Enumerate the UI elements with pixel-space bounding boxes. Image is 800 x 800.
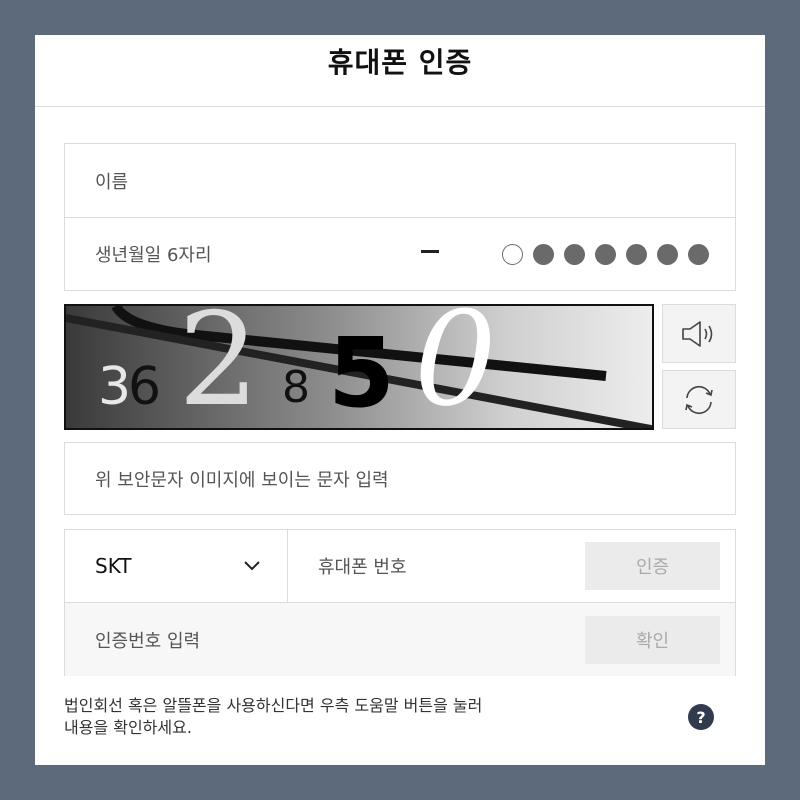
refresh-icon xyxy=(685,385,713,414)
help-notice-line2: 내용을 확인하세요. xyxy=(64,718,192,737)
phone-verification-fields: SKT 휴대폰 번호 인증 인증번호 입력 확인 xyxy=(64,529,736,676)
modal-title: 휴대폰 인증 xyxy=(327,46,473,79)
help-button[interactable]: ? xyxy=(688,704,714,730)
rrn-mask-dot xyxy=(688,244,709,265)
rrn-gender-digit-empty xyxy=(502,244,523,265)
rrn-mask-dot xyxy=(564,244,585,265)
rrn-mask-dot xyxy=(595,244,616,265)
carrier-selected: SKT xyxy=(95,554,132,578)
chevron-down-icon xyxy=(244,561,260,571)
verification-code-placeholder: 인증번호 입력 xyxy=(95,630,201,652)
verification-modal: 휴대폰 인증 이름 생년월일 6자리 3 6 2 8 5 0 위 보안문자 이미… xyxy=(35,35,765,765)
identity-fields: 이름 생년월일 6자리 xyxy=(64,143,736,291)
captcha-audio-button[interactable] xyxy=(662,304,736,363)
speaker-icon xyxy=(682,320,713,347)
birthdate-label: 생년월일 6자리 xyxy=(95,245,212,266)
captcha-refresh-button[interactable] xyxy=(662,370,736,429)
rrn-mask-dot xyxy=(626,244,647,265)
captcha-input-placeholder: 위 보안문자 이미지에 보이는 문자 입력 xyxy=(95,469,389,491)
rrn-mask-dot xyxy=(533,244,554,265)
send-verification-button[interactable]: 인증 xyxy=(585,542,720,590)
captcha-char: 2 xyxy=(178,306,259,430)
verification-code-field[interactable]: 인증번호 입력 확인 xyxy=(65,603,735,676)
carrier-select[interactable]: SKT xyxy=(65,530,288,602)
captcha-input-field[interactable]: 위 보안문자 이미지에 보이는 문자 입력 xyxy=(64,442,736,515)
phone-number-placeholder: 휴대폰 번호 xyxy=(318,557,407,578)
captcha-image: 3 6 2 8 5 0 xyxy=(64,304,654,430)
name-placeholder: 이름 xyxy=(95,171,129,193)
rrn-masked-digits[interactable] xyxy=(502,244,709,265)
rrn-mask-dot xyxy=(657,244,678,265)
help-notice: 법인회선 혹은 알뜰폰을 사용하신다면 우측 도움말 버튼을 눌러 내용을 확인… xyxy=(64,695,624,739)
name-field[interactable]: 이름 xyxy=(65,144,735,217)
confirm-code-button[interactable]: 확인 xyxy=(585,615,720,664)
phone-row: SKT 휴대폰 번호 인증 xyxy=(65,530,735,603)
rrn-dash xyxy=(421,250,439,253)
modal-header: 휴대폰 인증 xyxy=(35,35,765,107)
captcha-char: 3 xyxy=(98,357,131,417)
captcha-char: 6 xyxy=(128,357,161,417)
captcha-char: 0 xyxy=(414,306,497,430)
captcha-char: 5 xyxy=(328,317,395,429)
captcha-char: 8 xyxy=(282,362,310,413)
phone-number-field[interactable]: 휴대폰 번호 인증 xyxy=(288,530,735,602)
help-notice-line1: 법인회선 혹은 알뜰폰을 사용하신다면 우측 도움말 버튼을 눌러 xyxy=(64,696,483,715)
captcha-graphic: 3 6 2 8 5 0 xyxy=(66,306,652,430)
